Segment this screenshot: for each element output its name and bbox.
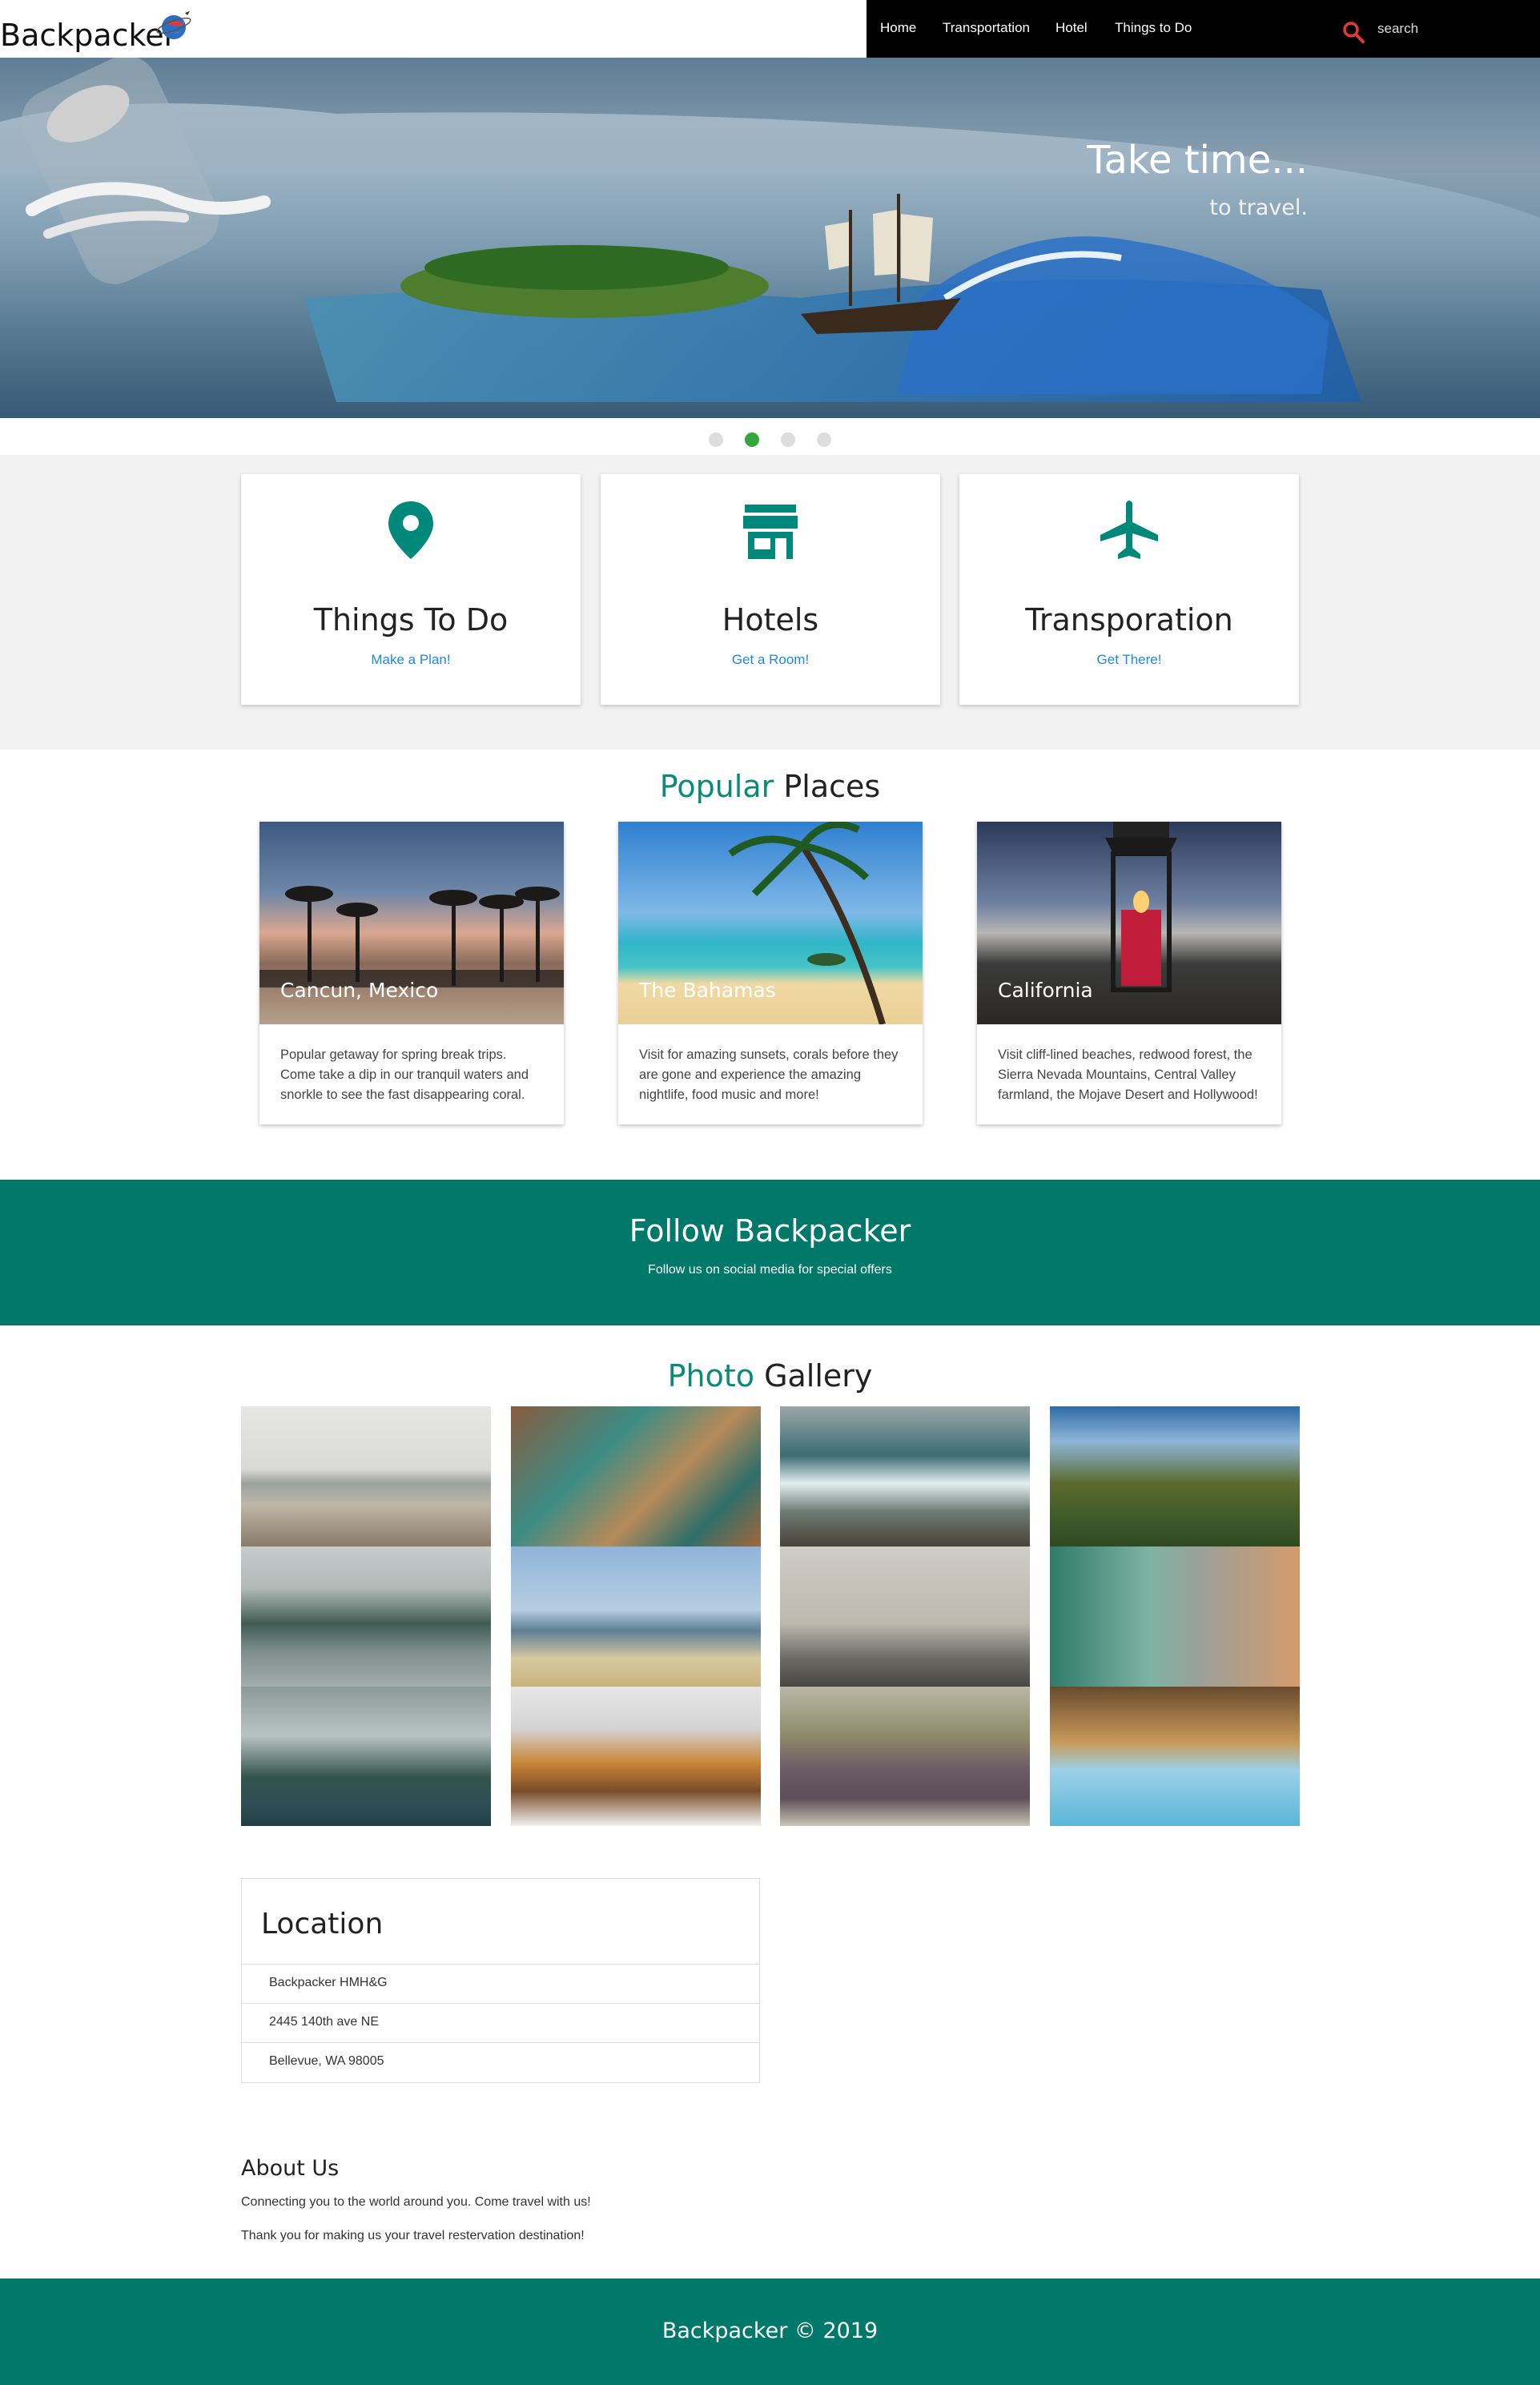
heading-rest: Places [774, 769, 881, 804]
gallery-column-1 [241, 1406, 491, 1826]
heading-accent: Photo [667, 1358, 754, 1394]
place-card-bahamas[interactable]: The Bahamas Visit for amazing sunsets, c… [618, 822, 923, 1124]
gallery-photo[interactable] [511, 1687, 761, 1826]
map-pin-icon [388, 501, 433, 559]
gallery-column-3 [780, 1406, 1030, 1826]
place-description: Visit cliff-lined beaches, redwood fores… [998, 1048, 1258, 1102]
site-header: Backpacker Home Transportation Hotel Thi… [0, 0, 1540, 58]
carousel-indicators [0, 418, 1540, 455]
site-footer: Backpacker © 2019 [0, 2278, 1540, 2385]
carousel-dot-4[interactable] [817, 432, 831, 447]
about-title: About Us [241, 2156, 340, 2181]
gallery-photo[interactable] [1050, 1687, 1300, 1826]
search-input[interactable] [1377, 18, 1522, 40]
gallery-photo[interactable] [780, 1546, 1030, 1687]
follow-subtitle: Follow us on social media for special of… [648, 1263, 892, 1277]
service-title: Transporation [1025, 602, 1233, 637]
service-link[interactable]: Get There! [959, 652, 1299, 668]
service-link[interactable]: Make a Plan! [241, 652, 581, 668]
store-icon [743, 505, 798, 559]
carousel-dot-2[interactable] [745, 432, 759, 447]
carousel-dot-1[interactable] [709, 432, 723, 447]
gallery-photo[interactable] [511, 1406, 761, 1546]
nav-things-to-do[interactable]: Things to Do [1115, 20, 1192, 36]
gallery-photo[interactable] [780, 1406, 1030, 1546]
follow-banner: Follow Backpacker Follow us on social me… [0, 1180, 1540, 1325]
nav-hotel[interactable]: Hotel [1055, 20, 1088, 36]
nav-transportation[interactable]: Transportation [943, 20, 1030, 36]
place-description: Popular getaway for spring break trips. … [280, 1048, 529, 1102]
gallery-photo[interactable] [241, 1406, 491, 1546]
hero-image [0, 58, 1540, 418]
gallery-photo[interactable] [241, 1687, 491, 1826]
services-section: Things To Do Make a Plan! Hotels Get a R… [0, 455, 1540, 750]
hero-title: Take time... [1087, 138, 1308, 183]
service-card-transportation[interactable]: Transporation Get There! [959, 474, 1299, 705]
place-name: California [998, 979, 1093, 1002]
about-line: Connecting you to the world around you. … [241, 2195, 591, 2209]
globe-logo-icon [156, 11, 191, 39]
photo-gallery-heading: Photo Gallery [0, 1358, 1540, 1394]
search-icon[interactable] [1341, 20, 1365, 44]
carousel-dot-3[interactable] [781, 432, 795, 447]
service-card-things-to-do[interactable]: Things To Do Make a Plan! [241, 474, 581, 705]
gallery-photo[interactable] [1050, 1546, 1300, 1687]
gallery-photo[interactable] [511, 1546, 761, 1687]
follow-title: Follow Backpacker [629, 1213, 911, 1249]
popular-places-heading: Popular Places [0, 769, 1540, 804]
service-card-hotels[interactable]: Hotels Get a Room! [601, 474, 940, 705]
place-description: Visit for amazing sunsets, corals before… [639, 1048, 899, 1102]
nav-home[interactable]: Home [880, 20, 916, 36]
place-name: The Bahamas [639, 979, 776, 1002]
location-line: Bellevue, WA 98005 [269, 2054, 384, 2068]
service-title: Hotels [722, 602, 819, 637]
gallery-photo[interactable] [241, 1546, 491, 1687]
location-title: Location [242, 1879, 759, 1965]
hero-subtitle: to travel. [1209, 195, 1308, 220]
place-name: Cancun, Mexico [280, 979, 439, 1002]
service-title: Things To Do [313, 602, 509, 637]
gallery-column-2 [511, 1406, 761, 1826]
hero-banner: Take time... to travel. [0, 58, 1540, 418]
airplane-icon [1100, 501, 1158, 559]
about-line: Thank you for making us your travel rest… [241, 2229, 585, 2242]
gallery-column-4 [1050, 1406, 1300, 1826]
service-link[interactable]: Get a Room! [601, 652, 940, 668]
location-line: 2445 140th ave NE [242, 2004, 759, 2043]
gallery-photo[interactable] [780, 1687, 1030, 1826]
gallery-photo[interactable] [1050, 1406, 1300, 1546]
place-image: California [977, 822, 1281, 1024]
place-card-cancun[interactable]: Cancun, Mexico Popular getaway for sprin… [259, 822, 564, 1124]
heading-accent: Popular [659, 769, 774, 804]
heading-rest: Gallery [754, 1358, 873, 1394]
footer-copyright: Backpacker © 2019 [661, 2319, 879, 2343]
place-card-california[interactable]: California Visit cliff-lined beaches, re… [977, 822, 1281, 1124]
location-card: Location Backpacker HMH&G 2445 140th ave… [241, 1878, 760, 2083]
place-image: Cancun, Mexico [259, 822, 564, 1024]
location-line: Backpacker HMH&G [242, 1965, 759, 2004]
place-image: The Bahamas [618, 822, 923, 1024]
brand-name[interactable]: Backpacker [0, 18, 176, 53]
